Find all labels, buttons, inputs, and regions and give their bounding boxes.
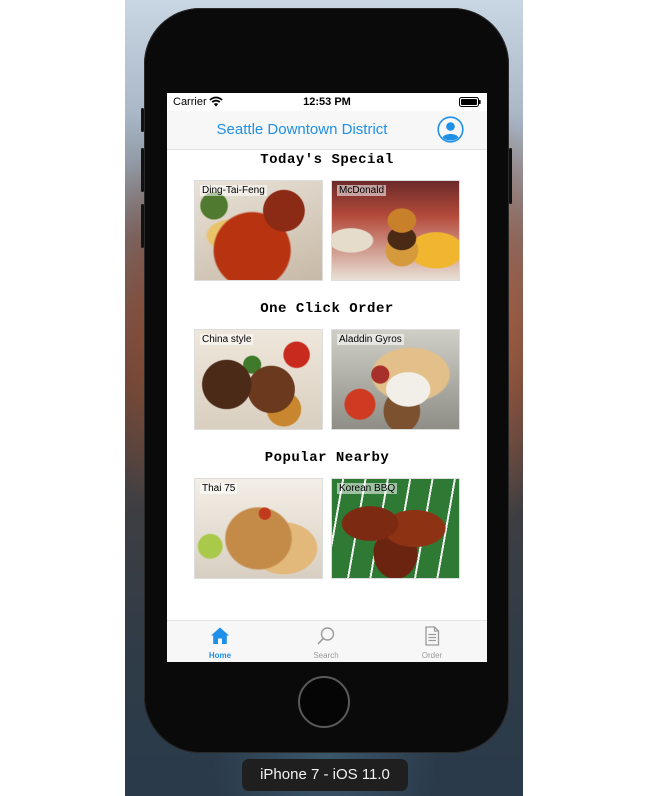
mute-switch — [141, 108, 144, 132]
tab-label: Home — [208, 651, 232, 660]
profile-icon[interactable] — [437, 116, 464, 143]
battery-icon — [459, 97, 481, 107]
restaurant-tile-ding-tai-feng[interactable]: Ding-Tai-Feng — [194, 180, 323, 281]
tab-search[interactable]: Search — [273, 621, 379, 662]
restaurant-tile-china-style[interactable]: China style — [194, 329, 323, 430]
section-title-popular-nearby: Popular Nearby — [264, 450, 390, 466]
tab-label: Search — [313, 651, 339, 660]
device-screen: Carrier 12:53 PM Seattle Downtown Distri… — [167, 93, 487, 662]
restaurant-tile-thai-75[interactable]: Thai 75 — [194, 478, 323, 579]
search-icon — [317, 627, 335, 645]
document-icon — [425, 626, 440, 646]
restaurant-tile-mcdonald[interactable]: McDonald — [331, 180, 460, 281]
restaurant-name: Korean BBQ — [337, 483, 398, 494]
home-button[interactable] — [298, 676, 350, 728]
tab-bar: Home Search Order — [167, 620, 487, 662]
home-icon — [211, 627, 229, 644]
tab-order[interactable]: Order — [379, 621, 485, 662]
section-title-todays-special: Today's Special — [260, 152, 394, 168]
navigation-bar: Seattle Downtown District — [167, 111, 487, 150]
restaurant-tile-korean-bbq[interactable]: Korean BBQ — [331, 478, 460, 579]
restaurant-name: Thai 75 — [200, 483, 238, 494]
restaurant-tile-aladdin-gyros[interactable]: Aladdin Gyros — [331, 329, 460, 430]
volume-up-button — [141, 148, 144, 192]
restaurant-name: McDonald — [337, 185, 387, 196]
restaurant-name: China style — [200, 334, 254, 345]
status-bar: Carrier 12:53 PM — [167, 93, 487, 111]
tab-home[interactable]: Home — [167, 621, 273, 662]
power-button — [509, 148, 512, 204]
volume-down-button — [141, 204, 144, 248]
simulator-device-label: iPhone 7 - iOS 11.0 — [242, 759, 408, 791]
restaurant-name: Aladdin Gyros — [337, 334, 404, 345]
section-title-one-click-order: One Click Order — [260, 301, 394, 317]
nav-title: Seattle Downtown District — [216, 121, 388, 138]
restaurant-name: Ding-Tai-Feng — [200, 185, 267, 196]
status-clock: 12:53 PM — [303, 96, 351, 108]
tab-label: Order — [421, 651, 443, 660]
